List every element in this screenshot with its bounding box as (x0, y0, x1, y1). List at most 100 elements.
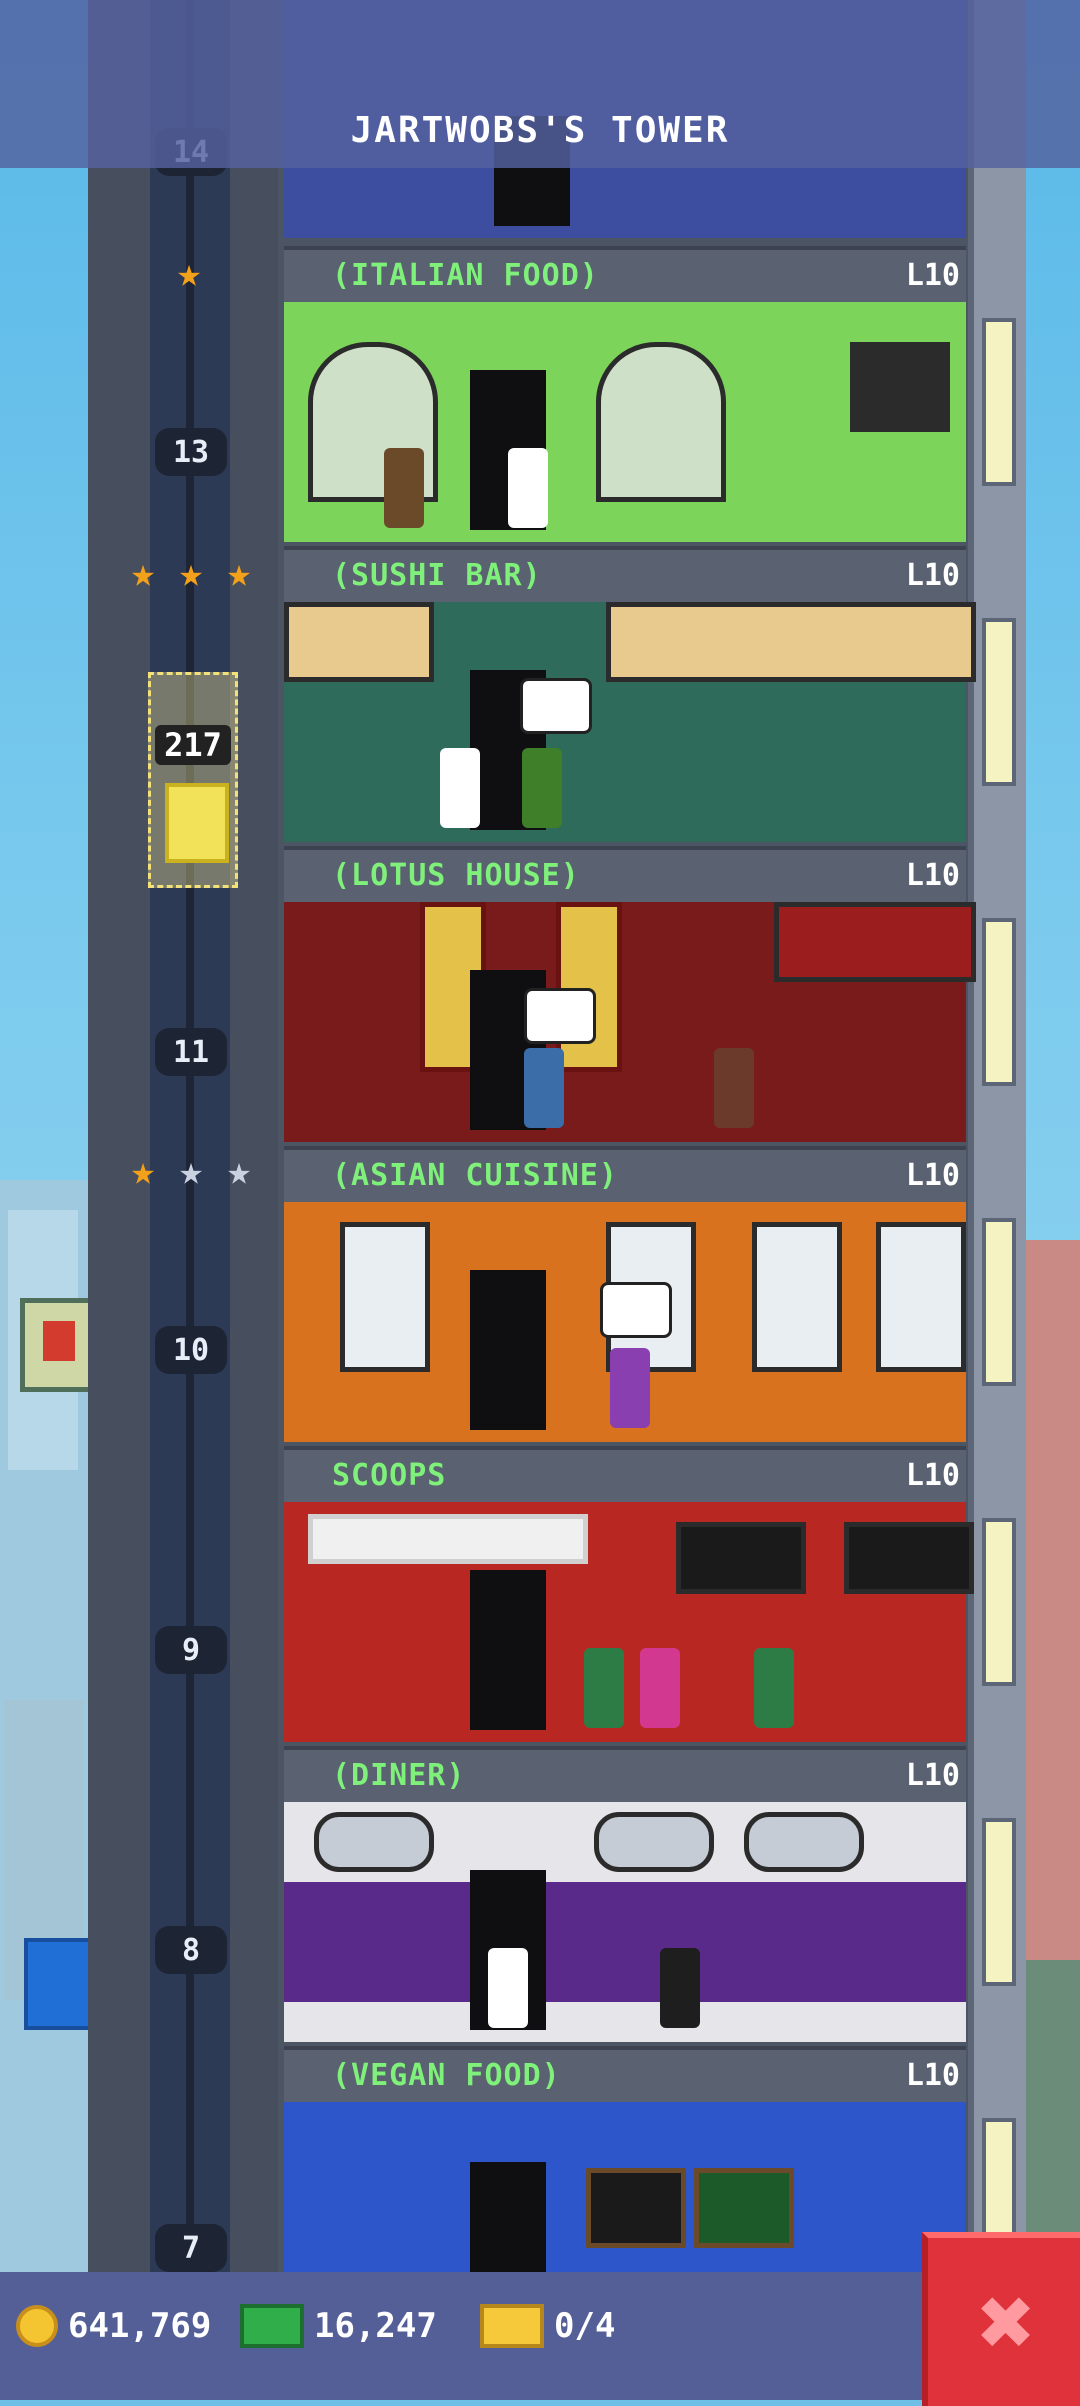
floor-room (284, 1202, 966, 1442)
floor-room (284, 2102, 966, 2272)
floor-name: (VEGAN FOOD) (332, 2058, 561, 2093)
floor-name: (LOTUS HOUSE) (332, 858, 580, 893)
window (606, 602, 976, 682)
floor-number: 10 (155, 1326, 227, 1374)
staff[interactable] (754, 1648, 794, 1728)
floor-stars: ★ (168, 252, 210, 294)
floor-level: L10 (905, 2058, 960, 2093)
star-icon: ★ (226, 1148, 252, 1194)
bux-display[interactable]: 16,247 (240, 2296, 437, 2356)
floor-level: L10 (905, 558, 960, 593)
menu-board (850, 342, 950, 432)
menu-board (676, 1522, 806, 1594)
window (744, 1812, 864, 1872)
customer[interactable] (384, 448, 424, 528)
star-icon: ★ (130, 1148, 156, 1194)
customer[interactable] (714, 1048, 754, 1128)
window (876, 1222, 966, 1372)
fries-billboard (20, 1298, 98, 1392)
window (596, 342, 726, 502)
wall-light (982, 1518, 1016, 1686)
floor-room (284, 302, 966, 542)
floor-stars: ★ ★ ★ (122, 552, 260, 594)
floor-door (470, 1270, 546, 1430)
floor-number: 8 (155, 1926, 227, 1974)
wall-light (982, 918, 1016, 1086)
coin-icon (16, 2305, 58, 2347)
order-bubble (520, 678, 592, 734)
menu-board (844, 1522, 974, 1594)
floor-label-bar: SCOOPS L10 (284, 1446, 966, 1502)
sign (774, 902, 976, 982)
staff[interactable] (584, 1648, 624, 1728)
floor-level: L10 (905, 258, 960, 293)
floor-number: 13 (155, 428, 227, 476)
wall-light (982, 318, 1016, 486)
bux-icon (240, 2304, 304, 2348)
floor-room (284, 1502, 974, 1742)
order-bubble (600, 1282, 672, 1338)
chef[interactable] (440, 748, 480, 828)
tower-title: JARTWOBS'S TOWER (350, 110, 730, 151)
window (340, 1222, 430, 1372)
customer[interactable] (524, 1048, 564, 1128)
floor-door (470, 1570, 546, 1730)
customer[interactable] (610, 1348, 650, 1428)
floor-name: (ASIAN CUISINE) (332, 1158, 618, 1193)
window (752, 1222, 842, 1372)
floor-room (284, 1802, 966, 2042)
customer[interactable] (640, 1648, 680, 1728)
coins-display[interactable]: 641,769 (16, 2296, 211, 2356)
coins-value: 641,769 (68, 2306, 212, 2346)
customer[interactable] (522, 748, 562, 828)
window (594, 1812, 714, 1872)
floor-number: 9 (155, 1626, 227, 1674)
floor-room (284, 902, 976, 1142)
vip-ticket-icon (480, 2304, 544, 2348)
floor-number: 7 (155, 2224, 227, 2272)
order-bubble (524, 988, 596, 1044)
tower-header: JARTWOBS'S TOWER (0, 0, 1080, 168)
chef[interactable] (488, 1948, 528, 2028)
window (314, 1812, 434, 1872)
wall-stripe (284, 1882, 966, 2002)
floor-room (284, 602, 976, 842)
wall-light (982, 1218, 1016, 1386)
tickets-value: 0/4 (554, 2306, 616, 2346)
floor-name: (SUSHI BAR) (332, 558, 542, 593)
floor-label-bar: (ITALIAN FOOD) L10 (284, 246, 966, 302)
floor-number: 11 (155, 1028, 227, 1076)
star-icon: ★ (178, 550, 204, 596)
bux-value: 16,247 (314, 2306, 437, 2346)
blue-sign (24, 1938, 92, 2030)
floor-level: L10 (905, 1758, 960, 1793)
star-icon: ★ (226, 550, 252, 596)
floor-label-bar: (VEGAN FOOD) L10 (284, 2046, 966, 2102)
floor-label-bar: (LOTUS HOUSE) L10 (284, 846, 966, 902)
star-icon: ★ (130, 550, 156, 596)
floor-label-bar: (DINER) L10 (284, 1746, 966, 1802)
floor-label-bar: (SUSHI BAR) L10 (284, 546, 966, 602)
tickets-display[interactable]: 0/4 (480, 2296, 615, 2356)
chef[interactable] (508, 448, 548, 528)
staff[interactable] (660, 1948, 700, 2028)
elevator-count: 217 (155, 725, 231, 765)
wall-light (982, 618, 1016, 786)
star-icon: ★ (176, 250, 202, 296)
floor-door (470, 2162, 546, 2272)
floor-level: L10 (905, 1158, 960, 1193)
floor-name: (DINER) (332, 1758, 466, 1793)
wall-light (982, 1818, 1016, 1986)
floor-label-bar: (ASIAN CUISINE) L10 (284, 1146, 966, 1202)
floor-level: L10 (905, 858, 960, 893)
menu-board (694, 2168, 794, 2248)
floor-level: L10 (905, 1458, 960, 1493)
star-icon: ★ (178, 1148, 204, 1194)
floor-name: SCOOPS (332, 1458, 447, 1493)
window (284, 602, 434, 682)
floor-name: (ITALIAN FOOD) (332, 258, 599, 293)
menu-board (586, 2168, 686, 2248)
close-icon: ✖ (978, 2266, 1036, 2378)
elevator-car[interactable]: 217 (148, 672, 238, 888)
close-button[interactable]: ✖ (922, 2232, 1080, 2406)
